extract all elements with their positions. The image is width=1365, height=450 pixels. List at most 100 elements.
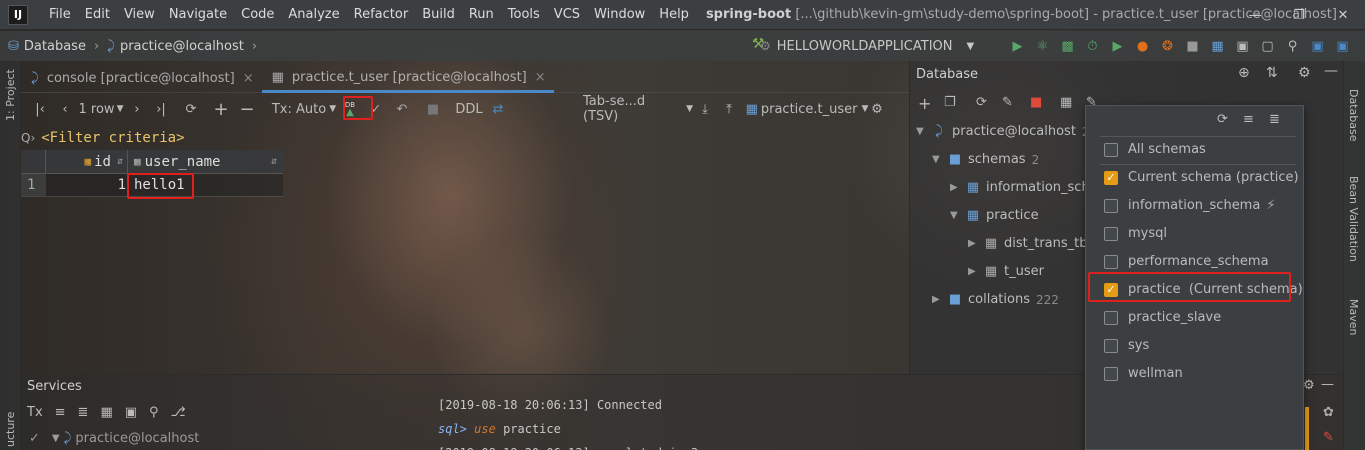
search-icon[interactable]: ⚲ bbox=[1280, 35, 1305, 57]
menu-code[interactable]: Code bbox=[234, 7, 281, 22]
breadcrumb-database[interactable]: Database bbox=[24, 39, 86, 54]
delete-row-icon[interactable]: − bbox=[235, 97, 259, 121]
expand-all-icon[interactable]: ≡ bbox=[1243, 112, 1254, 127]
transaction-icon[interactable]: Tx bbox=[27, 405, 43, 420]
sort-icon[interactable]: ⇵ bbox=[117, 156, 123, 167]
project-structure-icon[interactable]: ▦ bbox=[1205, 35, 1230, 57]
upload-icon[interactable]: ⤒ bbox=[717, 97, 741, 121]
structure-tool-tab[interactable]: ucture bbox=[4, 412, 17, 447]
tree-item-information-schema[interactable]: ▶ ▦ information_sche bbox=[950, 180, 1098, 195]
close-icon[interactable]: ✕ bbox=[1321, 0, 1365, 30]
export-format-selector[interactable]: Tab-se...d (TSV) ▼ bbox=[583, 94, 693, 124]
tree-item-dist-trans-tb1[interactable]: ▶ ▦ dist_trans_tb1 bbox=[968, 236, 1096, 251]
minimize-icon[interactable]: — bbox=[1233, 0, 1277, 30]
ddl-button[interactable]: DDL bbox=[451, 97, 487, 121]
tree-item-practice[interactable]: ▼ ▦ practice bbox=[950, 208, 1039, 223]
checkbox-checked[interactable]: ✓ bbox=[1104, 170, 1118, 185]
schema-option-information-schema[interactable]: information_schema ⚡ bbox=[1104, 198, 1275, 213]
tree-item-datasource[interactable]: ▼⤸practice@localhost2 o bbox=[916, 124, 1101, 139]
menu-edit[interactable]: Edit bbox=[78, 7, 117, 22]
schema-option-sys[interactable]: sys bbox=[1104, 338, 1149, 353]
tab-console[interactable]: ⤸ console [practice@localhost] × bbox=[21, 65, 262, 93]
profile-icon[interactable]: ⏱ bbox=[1080, 35, 1105, 57]
checkbox[interactable] bbox=[1104, 366, 1118, 381]
tree-item-t-user[interactable]: ▶ ▦ t_user bbox=[968, 264, 1044, 279]
menu-build[interactable]: Build bbox=[415, 7, 462, 22]
run-alt-icon[interactable]: ▶ bbox=[1105, 35, 1130, 57]
menu-tools[interactable]: Tools bbox=[501, 7, 547, 22]
filter-criteria-input[interactable]: <Filter criteria> bbox=[41, 130, 184, 146]
cancel-query-icon[interactable]: ■ bbox=[415, 97, 451, 121]
checkbox[interactable] bbox=[1104, 254, 1118, 269]
menu-file[interactable]: File bbox=[42, 7, 78, 22]
menu-analyze[interactable]: Analyze bbox=[281, 7, 346, 22]
column-header-id[interactable]: ▦ id ⇵ bbox=[46, 150, 128, 173]
run-configuration-selector[interactable]: ⚙ HELLOWORLDAPPLICATION ▼ bbox=[760, 35, 974, 57]
clear-icon[interactable]: ✎ bbox=[1323, 430, 1334, 445]
sort-icon[interactable]: ⇵ bbox=[271, 156, 277, 167]
terminal-icon[interactable]: ▢ bbox=[1255, 35, 1280, 57]
restore-icon[interactable]: ❐ bbox=[1277, 0, 1321, 30]
coverage-icon[interactable]: ▩ bbox=[1055, 35, 1080, 57]
menu-window[interactable]: Window bbox=[587, 7, 652, 22]
breadcrumb-datasource[interactable]: practice@localhost bbox=[120, 39, 244, 54]
collapse-icon[interactable]: ⇅ bbox=[1266, 65, 1278, 81]
checkbox[interactable] bbox=[1104, 338, 1118, 353]
refresh-icon[interactable]: ⟳ bbox=[1217, 112, 1228, 127]
row-count-selector[interactable]: 1 row ▼ bbox=[75, 97, 127, 121]
hide-panel-icon[interactable]: — bbox=[1321, 377, 1334, 392]
rollback-icon[interactable]: ↶ bbox=[389, 97, 415, 121]
branch-icon[interactable]: ⎇ bbox=[171, 405, 186, 420]
column-header-user-name[interactable]: ▦ user_name ⇵ bbox=[128, 150, 283, 173]
menu-help[interactable]: Help bbox=[652, 7, 696, 22]
group-icon[interactable]: ▦ bbox=[100, 405, 112, 420]
run-icon[interactable]: ▶ bbox=[1005, 35, 1030, 57]
schema-option-current[interactable]: ✓ Current schema (practice) bbox=[1104, 170, 1299, 185]
jrebel-run-icon[interactable]: ● bbox=[1130, 35, 1155, 57]
frame-icon[interactable]: ▣ bbox=[1230, 35, 1255, 57]
services-tree-item[interactable]: ✓ ▼ ⤸ practice@localhost bbox=[29, 431, 199, 446]
target-icon[interactable]: ⊕ bbox=[1238, 65, 1250, 81]
gear-icon[interactable]: ⚙ bbox=[1298, 65, 1311, 81]
stop-icon[interactable]: ■ bbox=[1180, 35, 1205, 57]
collapse-all-icon[interactable]: ≣ bbox=[78, 405, 89, 420]
checkbox[interactable] bbox=[1104, 310, 1118, 325]
schema-option-wellman[interactable]: wellman bbox=[1104, 366, 1183, 381]
stop-icon[interactable]: ■ bbox=[1030, 95, 1042, 110]
translate-icon[interactable]: ▣ bbox=[1305, 35, 1330, 57]
compare-icon[interactable]: ⇄ bbox=[487, 97, 509, 121]
plugin-icon[interactable]: ▣ bbox=[1330, 35, 1355, 57]
transaction-mode-selector[interactable]: Tx: Auto ▼ bbox=[271, 97, 337, 121]
refresh-icon[interactable]: ⟳ bbox=[175, 97, 207, 121]
tree-item-schemas[interactable]: ▼ ■ schemas 2 bbox=[932, 152, 1039, 167]
checkbox[interactable] bbox=[1104, 226, 1118, 241]
paint-icon[interactable]: ✿ bbox=[1323, 405, 1334, 420]
menu-view[interactable]: View bbox=[117, 7, 162, 22]
settings-gear-icon[interactable]: ⚙ bbox=[867, 97, 887, 121]
menu-vcs[interactable]: VCS bbox=[547, 7, 587, 22]
tree-item-collations[interactable]: ▶ ■ collations 222 bbox=[932, 292, 1059, 307]
refresh-icon[interactable]: ⟳ bbox=[976, 95, 987, 110]
schema-option-practice-slave[interactable]: practice_slave bbox=[1104, 310, 1221, 325]
table-view-icon[interactable]: ▦ bbox=[1060, 95, 1072, 110]
expand-all-icon[interactable]: ≡ bbox=[55, 405, 66, 420]
project-tool-tab[interactable]: 1: Project bbox=[4, 69, 17, 121]
menu-navigate[interactable]: Navigate bbox=[162, 7, 234, 22]
filter-bar[interactable]: Q› <Filter criteria> bbox=[21, 128, 185, 148]
database-tool-tab[interactable]: Database bbox=[1347, 89, 1360, 142]
menu-run[interactable]: Run bbox=[462, 7, 501, 22]
jrebel-debug-icon[interactable]: ❂ bbox=[1155, 35, 1180, 57]
checkbox[interactable] bbox=[1104, 198, 1118, 213]
table-selector[interactable]: ▦ practice.t_user ▼ bbox=[746, 97, 869, 121]
close-icon[interactable]: × bbox=[535, 70, 546, 85]
filter-icon[interactable]: ▣ bbox=[125, 405, 137, 420]
properties-icon[interactable]: ✎ bbox=[1002, 95, 1013, 110]
tab-table-t-user[interactable]: ▦ practice.t_user [practice@localhost] × bbox=[261, 65, 554, 93]
cell-id[interactable]: 1 bbox=[46, 174, 128, 196]
bean-validation-tool-tab[interactable]: Bean Validation bbox=[1347, 176, 1360, 262]
download-icon[interactable]: ⤓ bbox=[693, 97, 717, 121]
previous-page-icon[interactable]: ‹ bbox=[55, 97, 75, 121]
schema-option-mysql[interactable]: mysql bbox=[1104, 226, 1167, 241]
hide-panel-icon[interactable]: — bbox=[1324, 63, 1338, 79]
schema-option-performance-schema[interactable]: performance_schema bbox=[1104, 254, 1269, 269]
